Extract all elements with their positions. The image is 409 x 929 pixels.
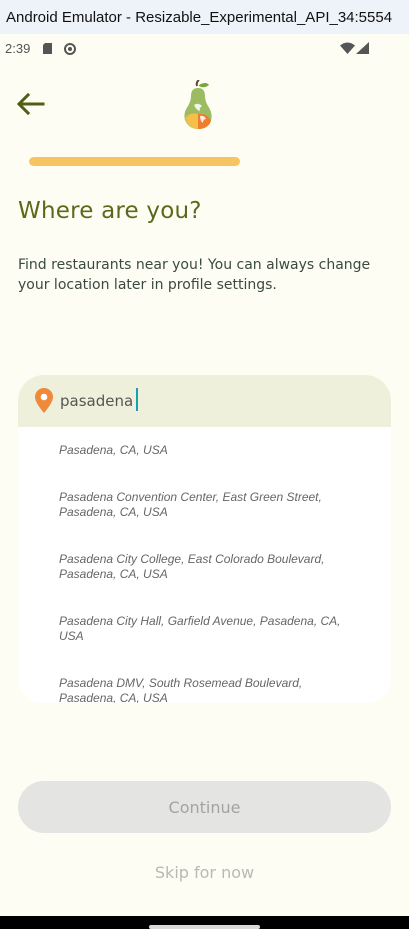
suggestion-item[interactable]: Pasadena, CA, USA [59,443,349,458]
skip-for-now-link[interactable]: Skip for now [0,863,409,882]
back-button[interactable] [14,88,48,120]
onboarding-progress-bar [29,157,240,166]
sync-status-icon [64,43,76,55]
sd-card-icon [43,43,52,54]
text-cursor [136,388,138,411]
suggestion-list[interactable]: Pasadena, CA, USA Pasadena Convention Ce… [18,427,391,703]
pear-logo-icon [184,80,212,129]
status-time: 2:39 [5,41,31,56]
suggestion-item[interactable]: Pasadena DMV, South Rosemead Boulevard, … [59,676,349,703]
suggestion-item[interactable]: Pasadena Convention Center, East Green S… [59,490,349,520]
progress-fill [29,157,240,166]
page-title: Where are you? [18,198,202,224]
page-subtitle: Find restaurants near you! You can alway… [18,257,371,293]
cell-signal-icon [356,42,369,54]
wifi-icon [340,42,355,54]
location-search-box[interactable] [18,375,391,427]
window-title: Android Emulator - Resizable_Experimenta… [6,8,393,26]
arrow-left-icon [16,92,45,116]
home-gesture-handle[interactable] [149,925,260,929]
suggestion-item[interactable]: Pasadena City College, East Colorado Bou… [59,552,349,582]
status-bar: 2:39 [0,34,409,64]
suggestion-item[interactable]: Pasadena City Hall, Garfield Avenue, Pas… [59,614,349,644]
location-pin-icon [35,388,53,413]
continue-button[interactable]: Continue [18,781,391,833]
location-search-input[interactable] [60,387,360,415]
emulator-title-bar: Android Emulator - Resizable_Experimenta… [0,0,409,34]
